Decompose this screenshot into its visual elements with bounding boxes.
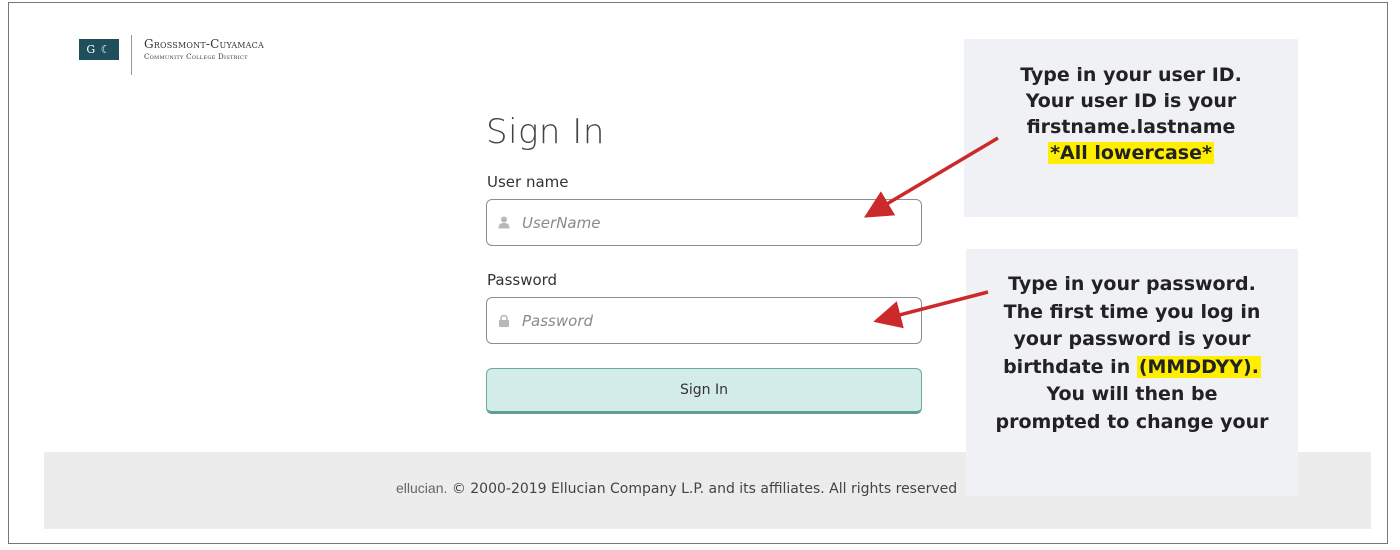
lowercase-highlight: *All lowercase* [1048, 142, 1214, 164]
password-input[interactable] [520, 310, 904, 331]
password-instruction-callout: Type in your password. The first time yo… [966, 249, 1298, 496]
logo-mark: G ☾ [79, 39, 119, 60]
password-field[interactable] [486, 297, 922, 344]
callout-line: birthdate in [1003, 355, 1137, 378]
username-input[interactable] [520, 212, 904, 233]
callout-line: firstname.lastname [1026, 116, 1236, 138]
callout-line: Type in your password. [1008, 273, 1256, 295]
callout-line: The first time you log in [1003, 300, 1261, 323]
user-icon [497, 216, 511, 230]
username-field[interactable] [486, 199, 922, 246]
logo-subtitle: Community College District [144, 53, 248, 61]
username-instruction-callout: Type in your user ID. Your user ID is yo… [964, 39, 1298, 217]
callout-line: Your user ID is your [1025, 90, 1237, 112]
logo-text: Grossmont-Cuyamaca Community College Dis… [144, 35, 264, 61]
logo-divider [131, 35, 132, 75]
copyright-text: © 2000-2019 Ellucian Company L.P. and it… [447, 481, 956, 497]
district-logo[interactable]: G ☾ Grossmont-Cuyamaca Community College… [79, 35, 264, 75]
callout-line: your password is your [1013, 328, 1251, 350]
callout-line: Type in your user ID. [1020, 64, 1242, 86]
username-label: User name [487, 173, 569, 191]
date-format-highlight: (MMDDYY). [1136, 355, 1261, 378]
logo-name: Grossmont-Cuyamaca [144, 37, 264, 51]
footer-copyright: ellucian. © 2000-2019 Ellucian Company L… [396, 480, 956, 497]
callout-line: You will then be [1046, 383, 1218, 405]
page-title: Sign In [486, 112, 605, 152]
callout-line: prompted to change your [995, 410, 1269, 433]
sign-in-button[interactable]: Sign In [486, 368, 922, 414]
lock-icon [497, 314, 511, 328]
password-label: Password [487, 271, 558, 289]
ellucian-logo[interactable]: ellucian. [396, 480, 447, 496]
